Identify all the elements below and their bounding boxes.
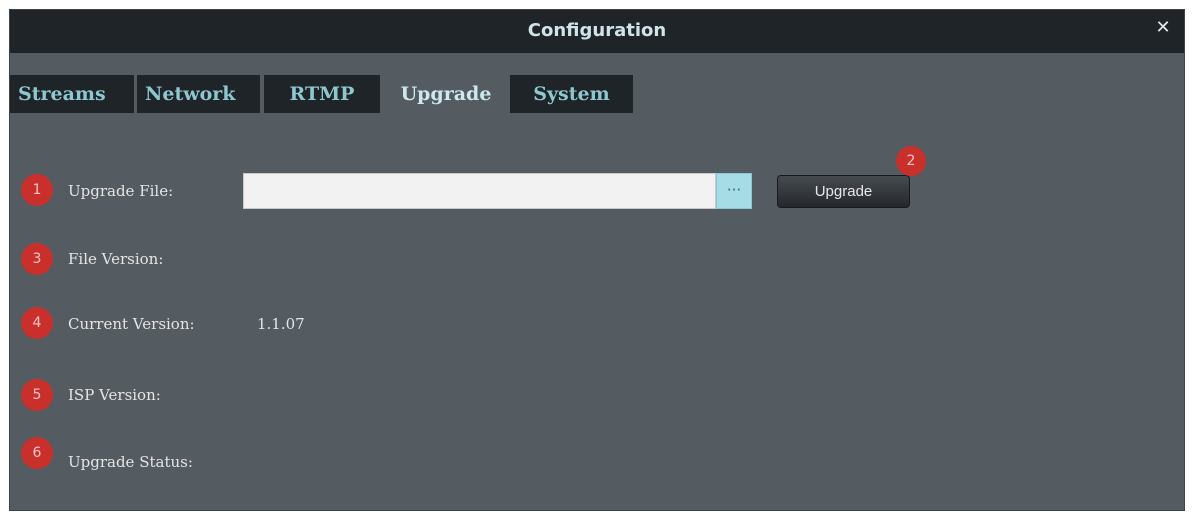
- window-title: Configuration: [527, 20, 667, 41]
- marker-1: 1: [21, 174, 53, 206]
- upgrade-file-input[interactable]: [243, 173, 716, 209]
- marker-3: 3: [21, 243, 53, 275]
- current-version-label: Current Version:: [68, 315, 195, 333]
- tab-streams[interactable]: Streams: [10, 75, 134, 113]
- marker-2: 2: [896, 146, 926, 176]
- upgrade-button[interactable]: Upgrade: [777, 175, 910, 208]
- tab-rtmp[interactable]: RTMP: [264, 75, 380, 113]
- upgrade-file-label: Upgrade File:: [68, 182, 174, 200]
- tab-system[interactable]: System: [510, 75, 633, 113]
- tab-upgrade[interactable]: Upgrade: [384, 75, 508, 113]
- file-version-label: File Version:: [68, 250, 164, 268]
- tab-bar: Streams Network RTMP Upgrade System: [10, 75, 1184, 113]
- browse-file-button[interactable]: ···: [716, 173, 752, 209]
- close-icon[interactable]: ✕: [1152, 17, 1174, 39]
- configuration-dialog: Configuration ✕ Streams Network RTMP Upg…: [9, 9, 1185, 511]
- upgrade-status-label: Upgrade Status:: [68, 453, 193, 471]
- marker-4: 4: [21, 307, 53, 339]
- marker-5: 5: [21, 379, 53, 411]
- title-bar: Configuration ✕: [10, 10, 1184, 53]
- current-version-value: 1.1.07: [257, 315, 305, 333]
- marker-6: 6: [21, 437, 53, 469]
- isp-version-label: ISP Version:: [68, 386, 161, 404]
- tab-network[interactable]: Network: [137, 75, 260, 113]
